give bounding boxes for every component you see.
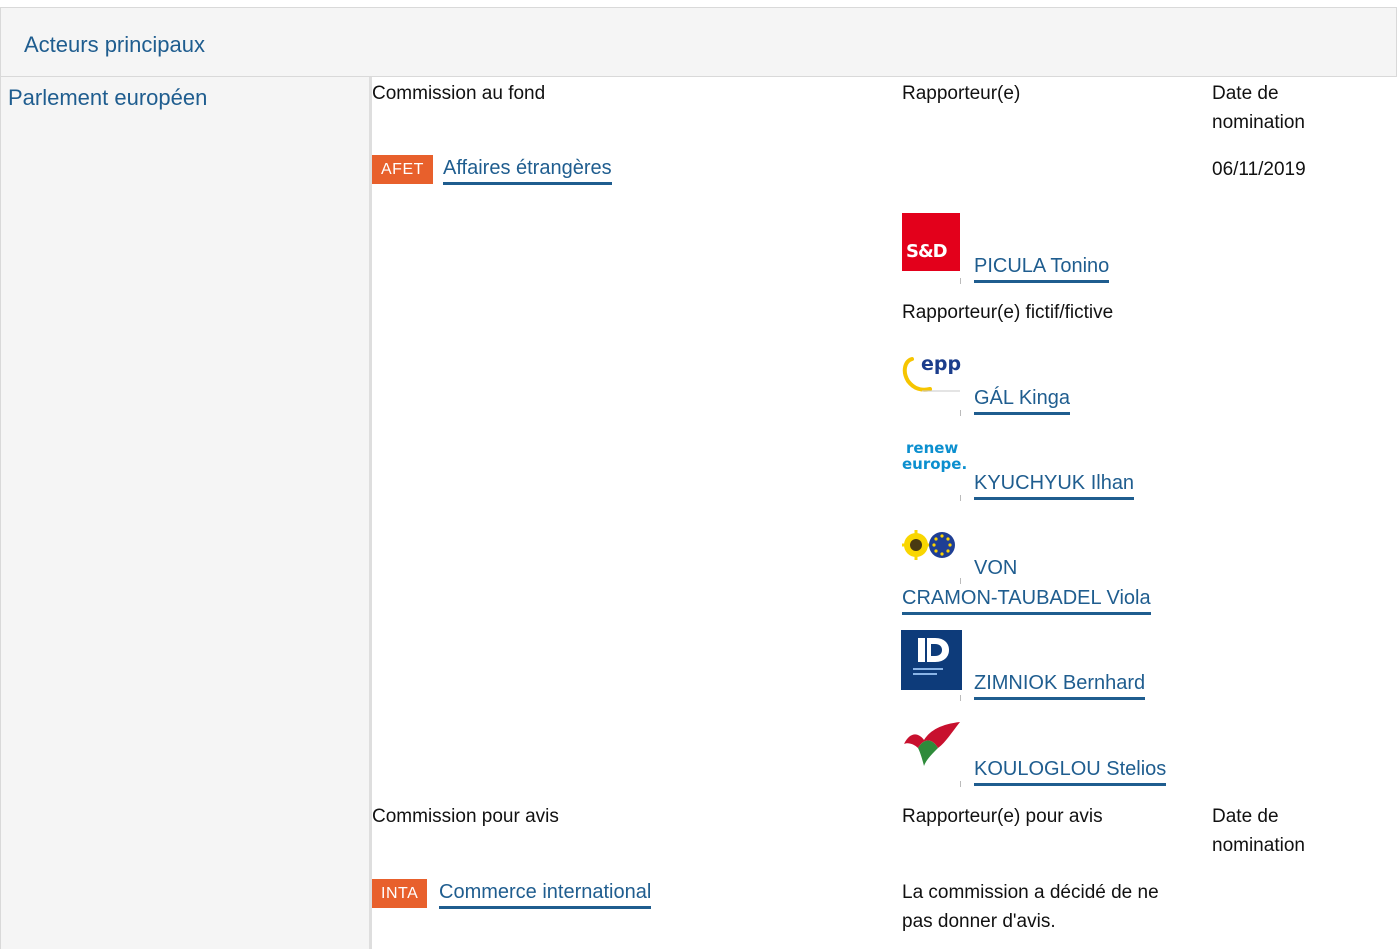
col-header-rapporteur-avis: Rapporteur(e) pour avis xyxy=(902,806,1103,827)
logo-tick xyxy=(960,278,961,284)
gue-ngl-logo-icon xyxy=(902,718,962,768)
shadow-link-von-cramon-line2[interactable]: CRAMON-TAUBADEL Viola xyxy=(902,586,1151,615)
logo-tick xyxy=(960,781,961,787)
shadow-link-zimniok[interactable]: ZIMNIOK Bernhard xyxy=(974,671,1146,700)
col-header-commission-fond: Commission au fond xyxy=(372,83,546,104)
col-header-date-avis-line2: nomination xyxy=(1212,835,1305,856)
renew-logo-line2: europe. xyxy=(902,455,968,473)
no-opinion-note-line2: pas donner d'avis. xyxy=(902,911,1056,932)
s-and-d-logo-text: S&D xyxy=(906,241,948,262)
rapporteur-link-picula[interactable]: PICULA Tonino xyxy=(974,254,1110,283)
section-header: Acteurs principaux xyxy=(0,8,1397,77)
institution-name: Parlement européen xyxy=(8,85,208,110)
epp-logo-text: epp xyxy=(921,353,962,375)
shadow-rapporteur-label: Rapporteur(e) fictif/fictive xyxy=(902,302,1114,323)
logo-tick xyxy=(960,578,961,584)
nomination-date: 06/11/2019 xyxy=(1212,159,1306,180)
top-border xyxy=(0,0,1397,8)
greens-efa-logo-icon xyxy=(901,528,962,562)
s-and-d-logo-icon: S&D xyxy=(902,213,960,271)
col-header-date-avis-line1: Date de xyxy=(1212,806,1279,827)
shadow-link-kyuchyuk[interactable]: KYUCHYUK Ilhan xyxy=(974,471,1135,500)
epp-logo-icon: epp xyxy=(902,345,962,403)
col-header-commission-avis: Commission pour avis xyxy=(372,806,559,827)
shadow-link-gal[interactable]: GÁL Kinga xyxy=(974,386,1070,415)
no-opinion-note-line1: La commission a décidé de ne xyxy=(902,882,1159,903)
section-title: Acteurs principaux xyxy=(24,32,205,57)
committee-badge-afet: AFET xyxy=(372,155,433,184)
logo-tick xyxy=(960,495,961,501)
col-header-date-line1: Date de xyxy=(1212,83,1279,104)
id-logo-icon xyxy=(901,630,962,690)
committee-link-afet[interactable]: Affaires étrangères xyxy=(443,156,612,185)
committee-link-inta[interactable]: Commerce international xyxy=(439,880,652,909)
logo-tick xyxy=(960,695,961,701)
shadow-link-kouloglou[interactable]: KOULOGLOU Stelios xyxy=(974,757,1167,786)
renew-logo-line1: renew xyxy=(906,439,959,457)
col-header-rapporteur: Rapporteur(e) xyxy=(902,83,1021,104)
col-header-date-line2: nomination xyxy=(1212,112,1305,133)
shadow-link-von-cramon-line1[interactable]: VON xyxy=(974,556,1017,580)
institution-column: Parlement européen xyxy=(0,77,371,949)
committee-badge-inta: INTA xyxy=(372,879,428,908)
logo-tick xyxy=(960,410,961,416)
renew-europe-logo-icon: renew europe. xyxy=(902,432,967,482)
